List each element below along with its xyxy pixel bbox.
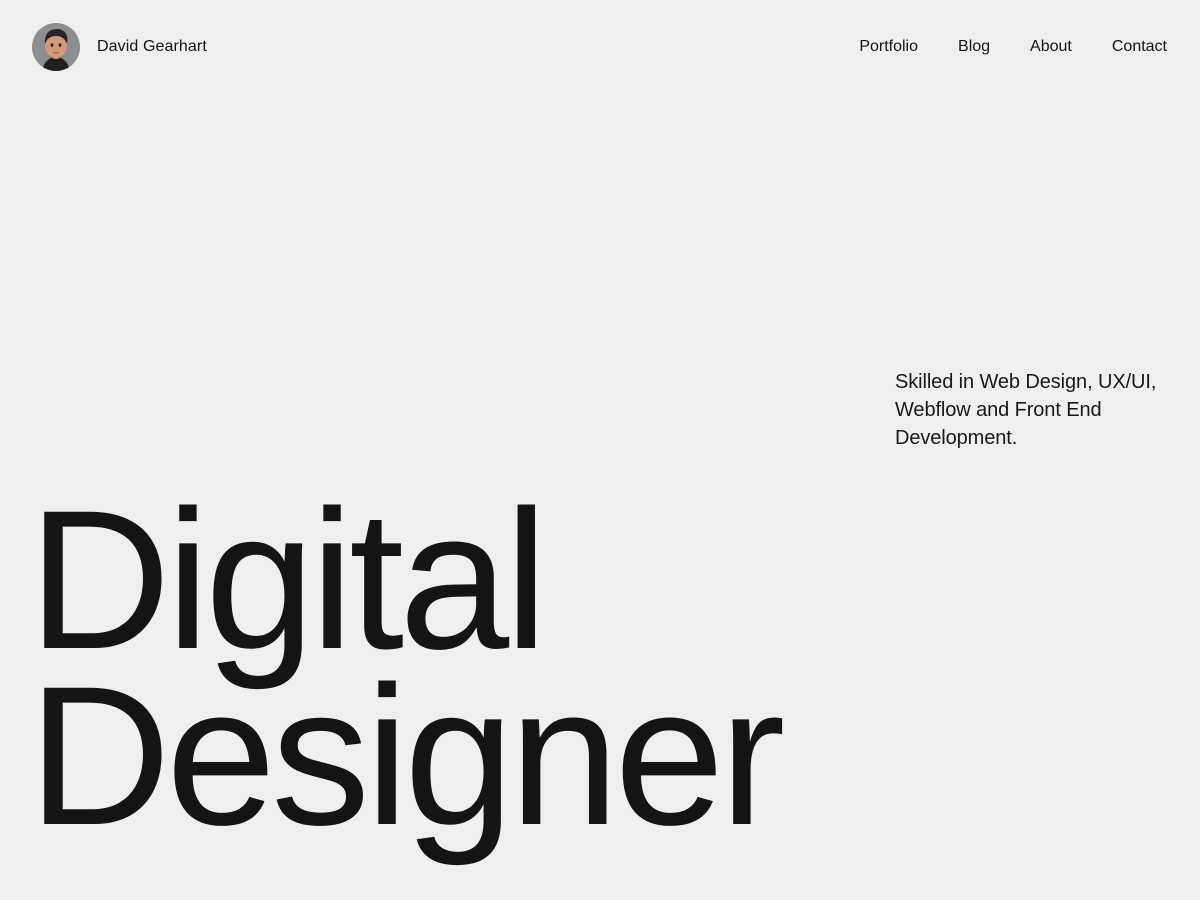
avatar <box>32 23 80 71</box>
nav-link-about[interactable]: About <box>1030 36 1072 58</box>
hero-title-line-2: Designer <box>28 645 785 866</box>
site-header: David Gearhart Portfolio Blog About Cont… <box>0 0 1200 94</box>
hero-title: Digital Designer <box>28 469 785 866</box>
brand-name: David Gearhart <box>97 38 207 55</box>
nav-link-blog[interactable]: Blog <box>958 36 990 58</box>
hero-tagline: Skilled in Web Design, UX/UI, Webflow an… <box>895 371 1157 449</box>
hero-title-line-1: Digital <box>28 469 548 690</box>
avatar-portrait-icon <box>32 23 80 71</box>
nav-link-contact[interactable]: Contact <box>1112 36 1167 58</box>
home-link[interactable]: David Gearhart <box>32 22 207 72</box>
main-nav: Portfolio Blog About Contact <box>859 36 1167 58</box>
nav-link-portfolio[interactable]: Portfolio <box>859 36 918 58</box>
